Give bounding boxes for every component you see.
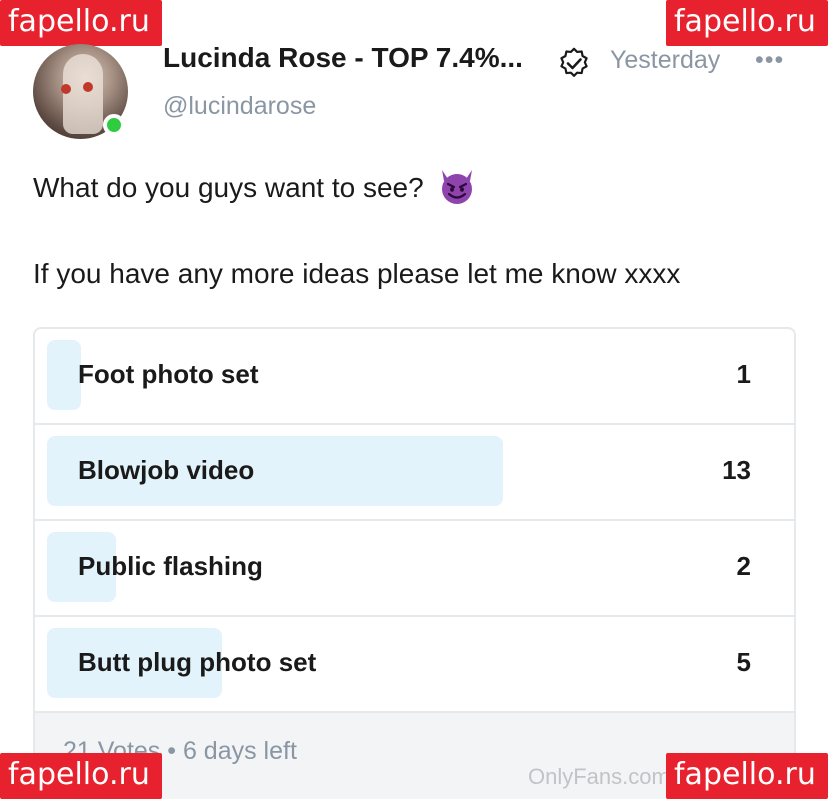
poll-option-count: 13 xyxy=(722,455,751,485)
post-text-line-2: If you have any more ideas please let me… xyxy=(33,258,681,289)
watermark-bottom-right: fapello.ru xyxy=(666,753,828,799)
poll-option[interactable]: Public flashing 2 xyxy=(35,521,794,617)
verified-check-icon xyxy=(560,47,588,77)
poll-option-label: Foot photo set xyxy=(78,359,259,389)
author-name[interactable]: Lucinda Rose - TOP 7.4%... xyxy=(163,42,523,74)
poll-option-count: 5 xyxy=(736,647,751,677)
poll-option-count: 2 xyxy=(736,551,751,581)
poll-option-label: Blowjob video xyxy=(78,455,255,485)
online-status-indicator xyxy=(103,114,125,136)
poll-option-label: Butt plug photo set xyxy=(78,647,317,677)
poll-option-bar xyxy=(47,340,81,410)
watermark-top-left: fapello.ru xyxy=(0,0,162,46)
poll-option[interactable]: Butt plug photo set 5 xyxy=(35,617,794,713)
watermark-bottom-left: fapello.ru xyxy=(0,753,162,799)
poll-option-count: 1 xyxy=(736,359,751,389)
smiling-devil-emoji-icon xyxy=(442,170,473,204)
poll-option-label: Public flashing xyxy=(78,551,263,581)
author-handle[interactable]: @lucindarose xyxy=(163,92,316,121)
poll-option[interactable]: Blowjob video 13 xyxy=(35,425,794,521)
poll-option[interactable]: Foot photo set 1 xyxy=(35,329,794,425)
post-text-1: What do you guys want to see? xyxy=(33,172,424,203)
avatar-figure xyxy=(63,54,103,134)
watermark-top-right: fapello.ru xyxy=(666,0,828,46)
onlyfans-watermark: OnlyFans.com xyxy=(528,764,670,789)
more-dots-icon[interactable]: ••• xyxy=(755,46,784,75)
post-text-line-1: What do you guys want to see? xyxy=(33,166,477,206)
poll: Foot photo set 1 Blowjob video 13 Public… xyxy=(33,327,796,799)
post-time: Yesterday xyxy=(610,46,721,74)
